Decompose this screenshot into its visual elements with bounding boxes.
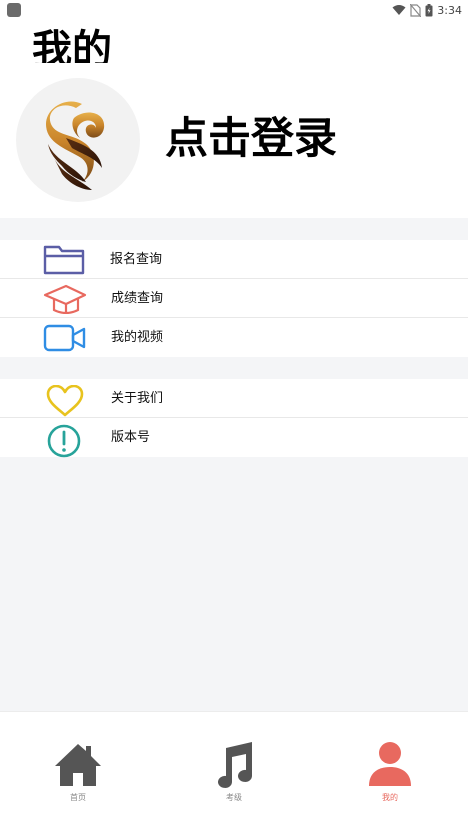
tab-home[interactable]: 首页 [0,712,156,832]
title-area: 我的 [0,20,468,63]
wifi-icon [392,5,406,15]
menu-item-about-us[interactable]: 关于我们 [0,379,468,418]
menu-item-my-videos[interactable]: 我的视频 [0,318,468,357]
music-note-icon [218,742,252,788]
menu-label: 关于我们 [111,391,164,406]
status-time: 3:34 [437,3,462,17]
avatar[interactable] [16,78,140,202]
login-prompt[interactable]: 点击登录 [165,111,337,167]
tab-label: 首页 [70,793,86,802]
menu-label: 成绩查询 [111,291,164,306]
page-title: 我的 [32,27,112,63]
brand-logo [46,101,105,190]
menu-group-services: 报名查询 成绩查询 我的视频 [0,240,468,357]
menu-label: 我的视频 [111,330,164,345]
info-alert-icon [47,424,81,458]
menu-label: 版本号 [111,430,151,445]
menu-item-registration-query[interactable]: 报名查询 [0,240,468,279]
bottom-tab-bar: 首页 考级 我的 [0,711,468,832]
heart-icon [46,385,84,417]
tab-label: 考级 [226,793,242,802]
profile-card[interactable]: 点击登录 [0,63,468,218]
status-bar: 3:34 [0,0,468,20]
menu-item-version[interactable]: 版本号 [0,418,468,458]
video-camera-icon [43,324,86,352]
menu-label: 报名查询 [110,252,163,267]
graduation-cap-icon [43,284,87,314]
status-icons: 3:34 [392,2,462,18]
tab-exam[interactable]: 考级 [156,712,312,832]
user-icon [369,742,411,786]
folder-icon [43,245,85,275]
menu-item-score-query[interactable]: 成绩查询 [0,279,468,318]
notification-icon [7,3,21,17]
no-sim-icon [410,3,422,17]
battery-icon [425,3,433,16]
home-icon [55,744,101,786]
menu-group-about: 关于我们 版本号 [0,379,468,458]
tab-mine[interactable]: 我的 [312,712,468,832]
tab-label: 我的 [382,793,398,802]
